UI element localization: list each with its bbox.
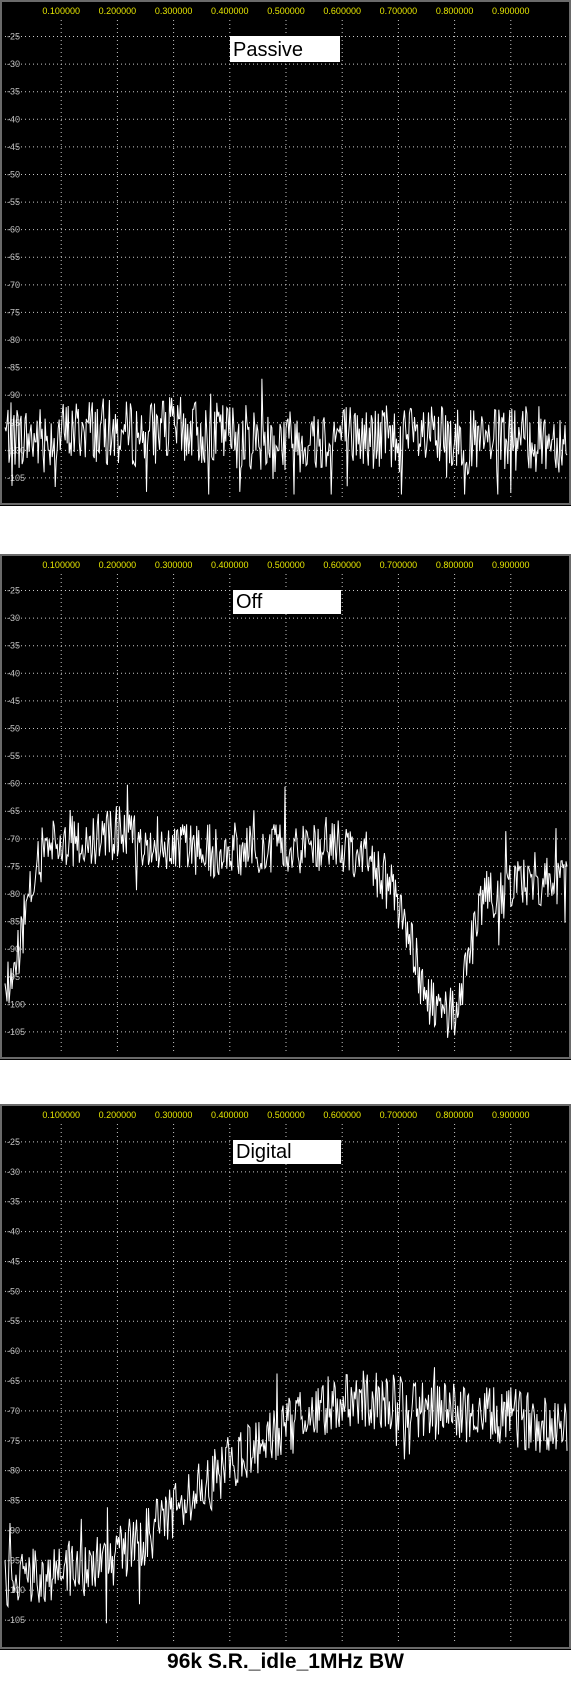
- y-tick-label: -25: [7, 1137, 20, 1147]
- panel-title: Off: [236, 591, 263, 613]
- y-tick-label: -65: [7, 252, 20, 262]
- y-tick-label: -40: [7, 1227, 20, 1237]
- y-tick-label: -50: [7, 723, 20, 733]
- y-tick-label: -55: [7, 197, 20, 207]
- y-tick-label: -40: [7, 114, 20, 124]
- x-tick-label: 0.800000: [436, 560, 474, 570]
- y-tick-label: -65: [7, 1376, 20, 1386]
- y-tick-label: -30: [7, 1167, 20, 1177]
- x-tick-label: 0.600000: [323, 1110, 361, 1120]
- y-tick-label: -85: [7, 363, 20, 373]
- x-tick-label: 0.900000: [492, 1110, 530, 1120]
- y-tick-label: -100: [7, 1585, 25, 1595]
- y-tick-label: -80: [7, 889, 20, 899]
- x-tick-label: 0.500000: [267, 6, 305, 16]
- y-tick-label: -50: [7, 1286, 20, 1296]
- y-tick-label: -75: [7, 307, 20, 317]
- x-tick-label: 0.200000: [99, 6, 137, 16]
- y-tick-label: -35: [7, 87, 20, 97]
- y-tick-label: -85: [7, 1496, 20, 1506]
- x-tick-label: 0.800000: [436, 1110, 474, 1120]
- x-tick-label: 0.600000: [323, 560, 361, 570]
- figure-caption: 96k S.R._idle_1MHz BW: [167, 1650, 404, 1673]
- x-tick-label: 0.700000: [380, 560, 418, 570]
- spectrum-plot-off: 0.100000 0.200000 0.300000 0.400000 0.500000…: [0, 554, 571, 1059]
- y-tick-label: -105: [7, 1027, 25, 1037]
- x-tick-label: 0.700000: [380, 1110, 418, 1120]
- y-tick-label: -80: [7, 335, 20, 345]
- y-tick-label: -45: [7, 142, 20, 152]
- x-tick-label: 0.400000: [211, 6, 249, 16]
- x-tick-label: 0.900000: [492, 6, 530, 16]
- y-tick-label: -55: [7, 751, 20, 761]
- y-tick-label: -40: [7, 668, 20, 678]
- y-tick-label: -55: [7, 1316, 20, 1326]
- x-tick-label: 0.100000: [42, 1110, 80, 1120]
- y-tick-label: -25: [7, 32, 20, 42]
- y-tick-label: -90: [7, 1525, 20, 1535]
- y-tick-label: -60: [7, 1346, 20, 1356]
- y-tick-label: -50: [7, 169, 20, 179]
- y-tick-label: -70: [7, 834, 20, 844]
- y-tick-label: -85: [7, 917, 20, 927]
- y-tick-label: -70: [7, 280, 20, 290]
- x-tick-label: 0.200000: [99, 560, 137, 570]
- y-tick-label: -25: [7, 586, 20, 596]
- y-tick-label: -30: [7, 59, 20, 69]
- x-tick-label: 0.500000: [267, 1110, 305, 1120]
- y-tick-label: -75: [7, 861, 20, 871]
- x-tick-label: 0.400000: [211, 1110, 249, 1120]
- y-tick-label: -35: [7, 641, 20, 651]
- x-tick-label: 0.200000: [99, 1110, 137, 1120]
- x-tick-label: 0.500000: [267, 560, 305, 570]
- x-tick-label: 0.900000: [492, 560, 530, 570]
- y-tick-label: -105: [7, 1615, 25, 1625]
- y-tick-label: -30: [7, 613, 20, 623]
- spectrum-panel-off: 0.100000 0.200000 0.300000 0.400000 0.500000…: [0, 554, 571, 1060]
- y-tick-label: -60: [7, 225, 20, 235]
- x-tick-label: 0.400000: [211, 560, 249, 570]
- y-tick-label: -70: [7, 1406, 20, 1416]
- spectrum-panel-passive: 0.100000 0.200000 0.300000 0.400000 0.500000…: [0, 0, 571, 506]
- x-tick-label: 0.300000: [155, 1110, 193, 1120]
- y-tick-label: -105: [7, 473, 25, 483]
- y-tick-label: -60: [7, 779, 20, 789]
- x-tick-label: 0.700000: [380, 6, 418, 16]
- spectrum-plot-passive: 0.100000 0.200000 0.300000 0.400000 0.500000…: [0, 0, 571, 505]
- panel-title: Passive: [233, 39, 303, 61]
- y-tick-label: -65: [7, 806, 20, 816]
- x-tick-label: 0.100000: [42, 560, 80, 570]
- y-tick-label: -80: [7, 1466, 20, 1476]
- spectrum-plot-digital: 0.100000 0.200000 0.300000 0.400000 0.500000…: [0, 1104, 571, 1649]
- spectrum-panel-digital: 0.100000 0.200000 0.300000 0.400000 0.500000…: [0, 1104, 571, 1650]
- x-tick-label: 0.100000: [42, 6, 80, 16]
- x-tick-label: 0.300000: [155, 6, 193, 16]
- x-tick-label: 0.300000: [155, 560, 193, 570]
- x-tick-label: 0.600000: [323, 6, 361, 16]
- y-tick-label: -45: [7, 696, 20, 706]
- x-tick-label: 0.800000: [436, 6, 474, 16]
- panel-title: Digital: [236, 1141, 292, 1163]
- y-tick-label: -90: [7, 390, 20, 400]
- y-tick-label: -45: [7, 1256, 20, 1266]
- y-tick-label: -75: [7, 1436, 20, 1446]
- y-tick-label: -100: [7, 999, 25, 1009]
- y-tick-label: -35: [7, 1197, 20, 1207]
